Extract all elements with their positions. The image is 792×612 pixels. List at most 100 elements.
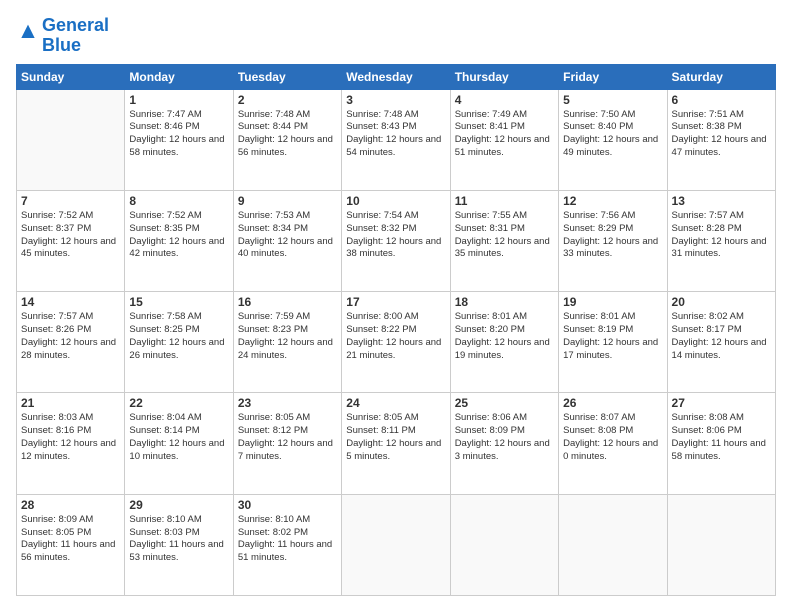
day-content: Sunrise: 8:02 AM Sunset: 8:17 PM Dayligh…	[672, 311, 771, 362]
day-number: 20	[672, 295, 771, 309]
weekday-tuesday: Tuesday	[233, 64, 341, 89]
day-number: 16	[238, 295, 337, 309]
week-row-5: 28 Sunrise: 8:09 AM Sunset: 8:05 PM Dayli…	[17, 494, 776, 595]
calendar-cell: 27Sunrise: 8:08 AM Sunset: 8:06 PM Dayli…	[667, 393, 775, 494]
day-content: Sunrise: 7:49 AM Sunset: 8:41 PM Dayligh…	[455, 109, 554, 160]
day-content: Sunrise: 7:52 AM Sunset: 8:35 PM Dayligh…	[129, 210, 228, 261]
day-number: 25	[455, 396, 554, 410]
logo-general: General	[42, 15, 109, 35]
day-number: 28	[21, 498, 120, 512]
day-number: 9	[238, 194, 337, 208]
calendar-cell: 13 Sunrise: 7:57 AM Sunset: 8:28 PM Dayli…	[667, 190, 775, 291]
calendar-cell: 2 Sunrise: 7:48 AM Sunset: 8:44 PM Daylig…	[233, 89, 341, 190]
day-content: Sunrise: 7:58 AM Sunset: 8:25 PM Dayligh…	[129, 311, 228, 362]
logo: General Blue	[16, 16, 109, 56]
weekday-sunday: Sunday	[17, 64, 125, 89]
day-content: Sunrise: 7:50 AM Sunset: 8:40 PM Dayligh…	[563, 109, 662, 160]
weekday-monday: Monday	[125, 64, 233, 89]
calendar-cell: 14Sunrise: 7:57 AM Sunset: 8:26 PM Dayli…	[17, 292, 125, 393]
calendar-cell: 15 Sunrise: 7:58 AM Sunset: 8:25 PM Dayli…	[125, 292, 233, 393]
day-content: Sunrise: 7:59 AM Sunset: 8:23 PM Dayligh…	[238, 311, 337, 362]
day-content: Sunrise: 8:00 AM Sunset: 8:22 PM Dayligh…	[346, 311, 445, 362]
day-content: Sunrise: 7:56 AM Sunset: 8:29 PM Dayligh…	[563, 210, 662, 261]
week-row-1: 1 Sunrise: 7:47 AM Sunset: 8:46 PM Daylig…	[17, 89, 776, 190]
logo-blue: Blue	[42, 35, 81, 55]
calendar-cell: 19 Sunrise: 8:01 AM Sunset: 8:19 PM Dayli…	[559, 292, 667, 393]
calendar-cell: 1 Sunrise: 7:47 AM Sunset: 8:46 PM Daylig…	[125, 89, 233, 190]
day-content: Sunrise: 7:48 AM Sunset: 8:43 PM Dayligh…	[346, 109, 445, 160]
day-number: 4	[455, 93, 554, 107]
calendar-table: SundayMondayTuesdayWednesdayThursdayFrid…	[16, 64, 776, 596]
day-number: 26	[563, 396, 662, 410]
day-number: 21	[21, 396, 120, 410]
day-content: Sunrise: 7:52 AM Sunset: 8:37 PM Dayligh…	[21, 210, 120, 261]
day-number: 2	[238, 93, 337, 107]
day-number: 30	[238, 498, 337, 512]
calendar-cell: 24 Sunrise: 8:05 AM Sunset: 8:11 PM Dayli…	[342, 393, 450, 494]
day-content: Sunrise: 8:01 AM Sunset: 8:20 PM Dayligh…	[455, 311, 554, 362]
day-content: Sunrise: 7:51 AM Sunset: 8:38 PM Dayligh…	[672, 109, 771, 160]
day-content: Sunrise: 8:06 AM Sunset: 8:09 PM Dayligh…	[455, 412, 554, 463]
weekday-wednesday: Wednesday	[342, 64, 450, 89]
day-content: Sunrise: 7:57 AM Sunset: 8:28 PM Dayligh…	[672, 210, 771, 261]
calendar-cell: 22 Sunrise: 8:04 AM Sunset: 8:14 PM Dayli…	[125, 393, 233, 494]
calendar-cell: 20 Sunrise: 8:02 AM Sunset: 8:17 PM Dayli…	[667, 292, 775, 393]
day-number: 1	[129, 93, 228, 107]
day-number: 19	[563, 295, 662, 309]
calendar-cell: 12 Sunrise: 7:56 AM Sunset: 8:29 PM Dayli…	[559, 190, 667, 291]
calendar-cell: 17 Sunrise: 8:00 AM Sunset: 8:22 PM Dayli…	[342, 292, 450, 393]
day-content: Sunrise: 7:54 AM Sunset: 8:32 PM Dayligh…	[346, 210, 445, 261]
logo-text: General Blue	[42, 16, 109, 56]
calendar-cell: 26 Sunrise: 8:07 AM Sunset: 8:08 PM Dayli…	[559, 393, 667, 494]
calendar-cell: 3Sunrise: 7:48 AM Sunset: 8:43 PM Daylig…	[342, 89, 450, 190]
calendar-cell: 10Sunrise: 7:54 AM Sunset: 8:32 PM Dayli…	[342, 190, 450, 291]
day-number: 12	[563, 194, 662, 208]
calendar-cell: 23 Sunrise: 8:05 AM Sunset: 8:12 PM Dayli…	[233, 393, 341, 494]
logo-icon	[18, 23, 38, 43]
calendar-cell: 28 Sunrise: 8:09 AM Sunset: 8:05 PM Dayli…	[17, 494, 125, 595]
calendar-cell: 7 Sunrise: 7:52 AM Sunset: 8:37 PM Daylig…	[17, 190, 125, 291]
day-number: 22	[129, 396, 228, 410]
day-content: Sunrise: 8:01 AM Sunset: 8:19 PM Dayligh…	[563, 311, 662, 362]
calendar-cell: 25 Sunrise: 8:06 AM Sunset: 8:09 PM Dayli…	[450, 393, 558, 494]
weekday-thursday: Thursday	[450, 64, 558, 89]
week-row-2: 7 Sunrise: 7:52 AM Sunset: 8:37 PM Daylig…	[17, 190, 776, 291]
day-content: Sunrise: 7:48 AM Sunset: 8:44 PM Dayligh…	[238, 109, 337, 160]
day-number: 24	[346, 396, 445, 410]
weekday-saturday: Saturday	[667, 64, 775, 89]
calendar-cell: 6 Sunrise: 7:51 AM Sunset: 8:38 PM Daylig…	[667, 89, 775, 190]
day-number: 23	[238, 396, 337, 410]
weekday-header-row: SundayMondayTuesdayWednesdayThursdayFrid…	[17, 64, 776, 89]
day-number: 15	[129, 295, 228, 309]
day-content: Sunrise: 8:08 AM Sunset: 8:06 PM Dayligh…	[672, 412, 771, 463]
day-content: Sunrise: 7:55 AM Sunset: 8:31 PM Dayligh…	[455, 210, 554, 261]
calendar-cell: 11 Sunrise: 7:55 AM Sunset: 8:31 PM Dayli…	[450, 190, 558, 291]
day-content: Sunrise: 7:47 AM Sunset: 8:46 PM Dayligh…	[129, 109, 228, 160]
day-number: 5	[563, 93, 662, 107]
day-number: 11	[455, 194, 554, 208]
weekday-friday: Friday	[559, 64, 667, 89]
day-content: Sunrise: 7:53 AM Sunset: 8:34 PM Dayligh…	[238, 210, 337, 261]
calendar-cell	[667, 494, 775, 595]
day-content: Sunrise: 8:09 AM Sunset: 8:05 PM Dayligh…	[21, 514, 120, 565]
day-content: Sunrise: 8:05 AM Sunset: 8:12 PM Dayligh…	[238, 412, 337, 463]
day-number: 6	[672, 93, 771, 107]
day-content: Sunrise: 8:10 AM Sunset: 8:02 PM Dayligh…	[238, 514, 337, 565]
day-number: 17	[346, 295, 445, 309]
calendar-cell	[17, 89, 125, 190]
day-number: 7	[21, 194, 120, 208]
calendar-cell: 29Sunrise: 8:10 AM Sunset: 8:03 PM Dayli…	[125, 494, 233, 595]
calendar-cell: 9 Sunrise: 7:53 AM Sunset: 8:34 PM Daylig…	[233, 190, 341, 291]
calendar-cell	[342, 494, 450, 595]
day-content: Sunrise: 8:04 AM Sunset: 8:14 PM Dayligh…	[129, 412, 228, 463]
day-content: Sunrise: 8:05 AM Sunset: 8:11 PM Dayligh…	[346, 412, 445, 463]
day-content: Sunrise: 8:03 AM Sunset: 8:16 PM Dayligh…	[21, 412, 120, 463]
day-number: 14	[21, 295, 120, 309]
day-content: Sunrise: 8:10 AM Sunset: 8:03 PM Dayligh…	[129, 514, 228, 565]
calendar-cell: 21 Sunrise: 8:03 AM Sunset: 8:16 PM Dayli…	[17, 393, 125, 494]
calendar-cell: 18Sunrise: 8:01 AM Sunset: 8:20 PM Dayli…	[450, 292, 558, 393]
day-content: Sunrise: 8:07 AM Sunset: 8:08 PM Dayligh…	[563, 412, 662, 463]
calendar-cell: 4 Sunrise: 7:49 AM Sunset: 8:41 PM Daylig…	[450, 89, 558, 190]
calendar-cell: 5 Sunrise: 7:50 AM Sunset: 8:40 PM Daylig…	[559, 89, 667, 190]
day-number: 13	[672, 194, 771, 208]
